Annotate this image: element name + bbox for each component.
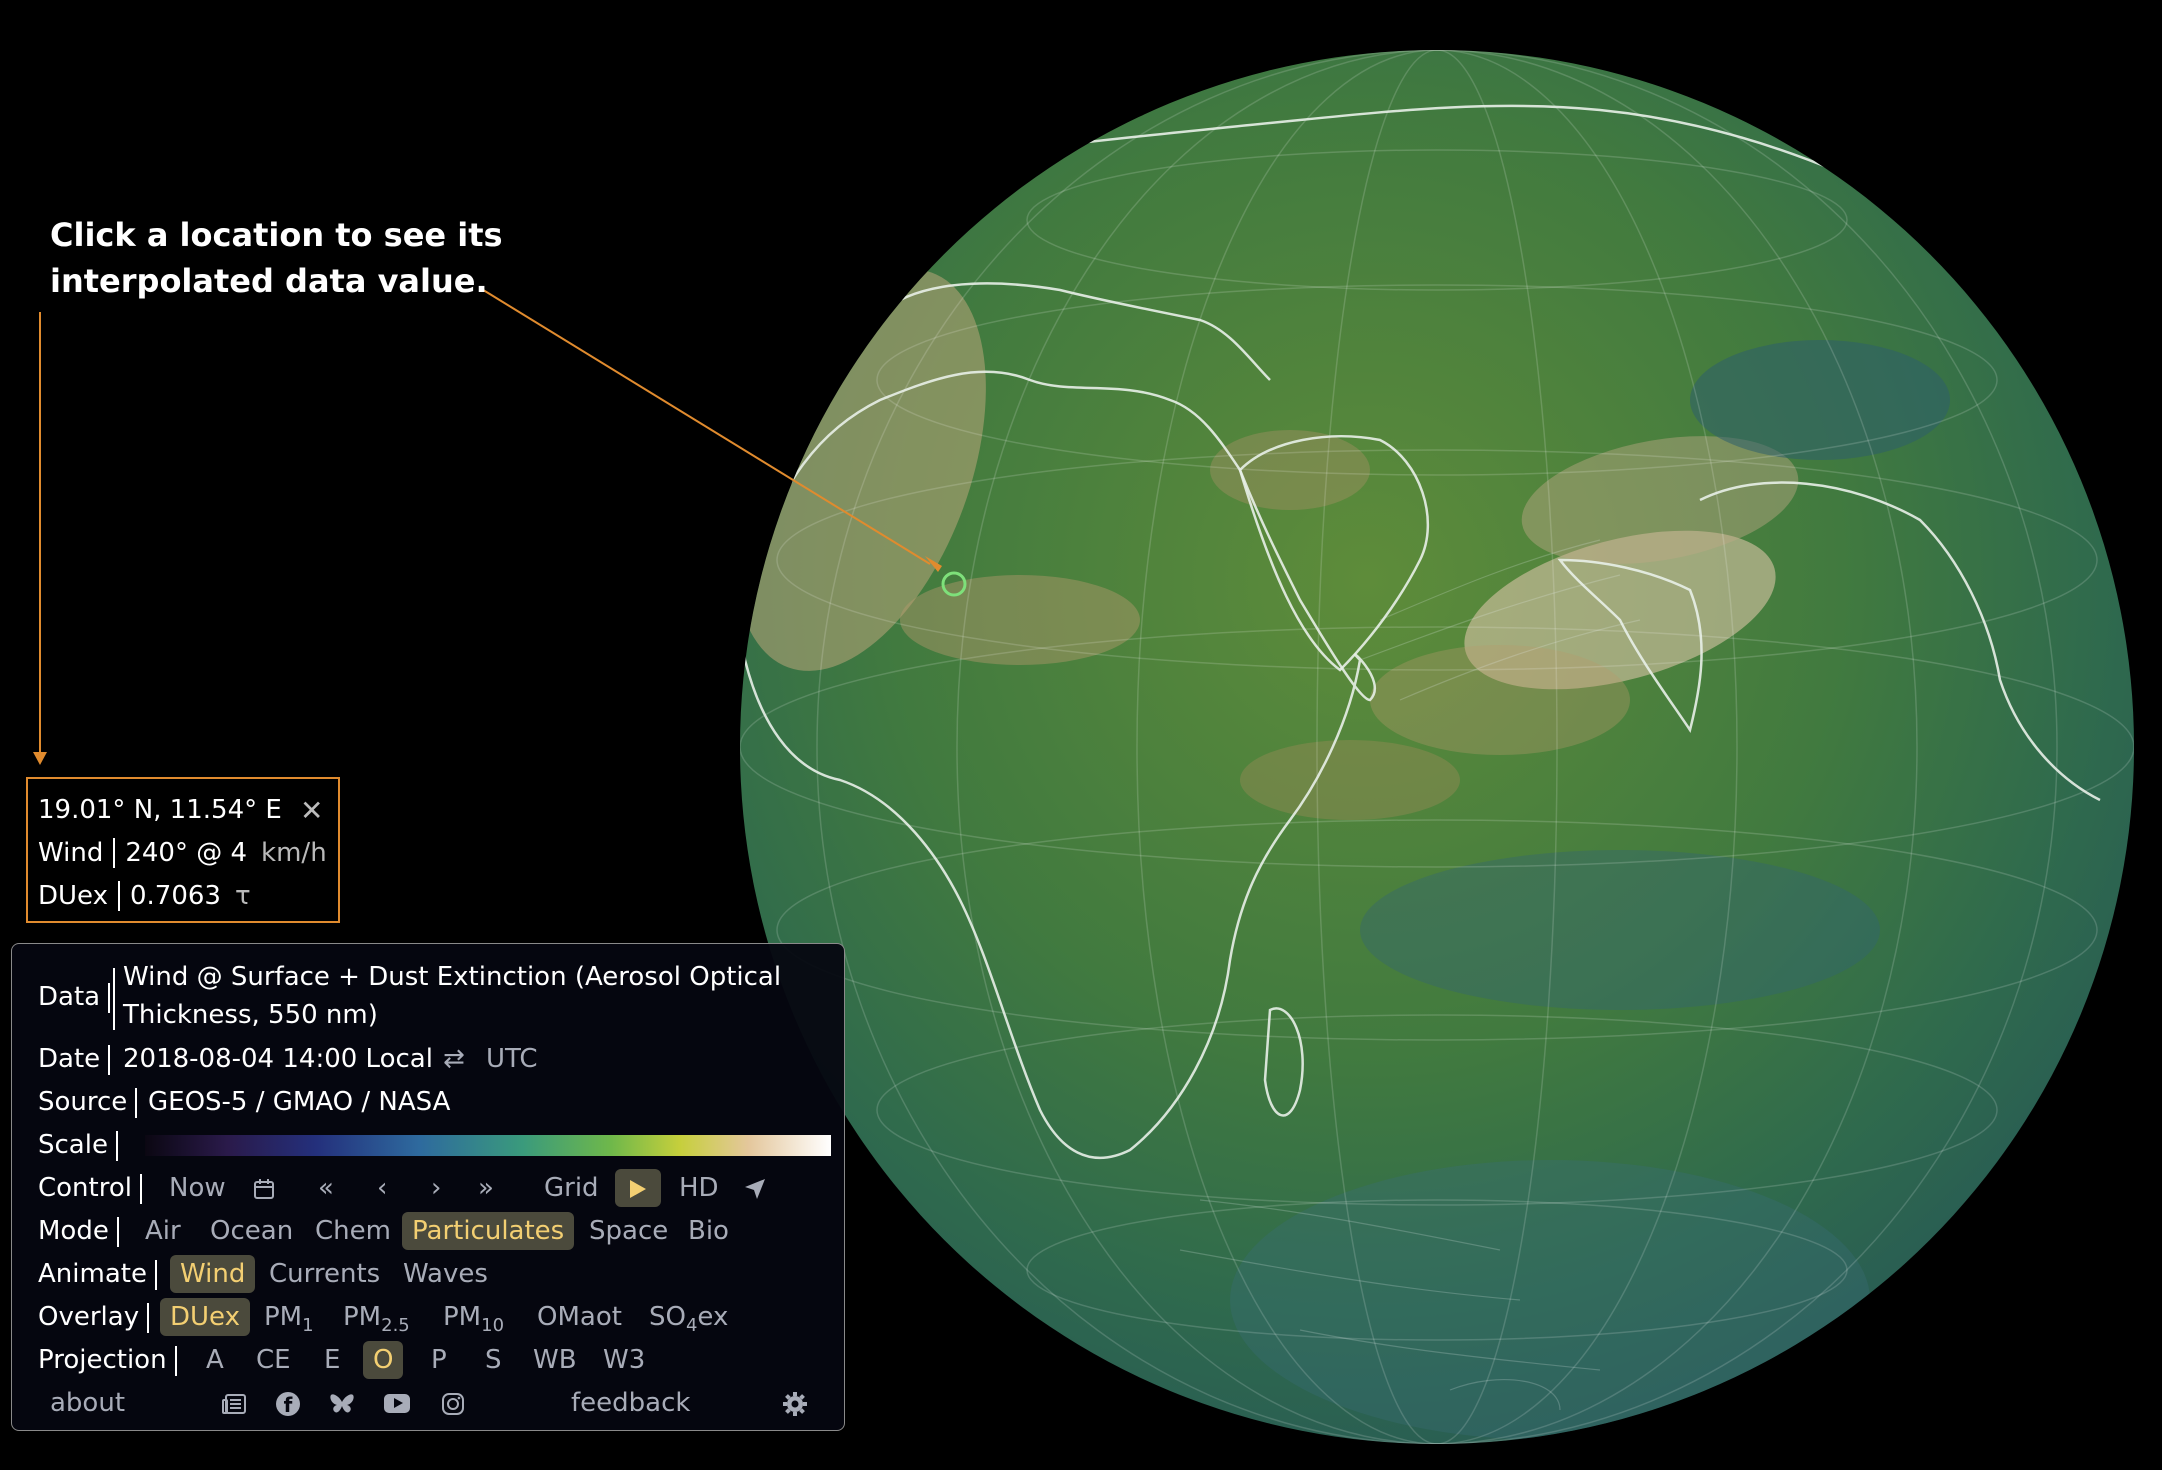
menu-footer: about f feedback: [12, 1382, 846, 1425]
chevron-right-icon[interactable]: ›: [431, 1167, 441, 1210]
source-value: GEOS-5 / GMAO / NASA: [148, 1087, 451, 1117]
projection-e[interactable]: E: [324, 1339, 340, 1382]
chevron-left-icon[interactable]: ‹: [377, 1167, 387, 1210]
calendar-icon[interactable]: [252, 1167, 276, 1210]
close-icon[interactable]: ✕: [300, 789, 323, 832]
color-scale-bar[interactable]: [145, 1135, 831, 1156]
date-value[interactable]: 2018-08-04 14:00 Local: [123, 1038, 433, 1081]
news-icon[interactable]: [222, 1382, 248, 1425]
overlay-label: Overlay: [38, 1296, 150, 1339]
instagram-icon[interactable]: [441, 1382, 465, 1425]
control-label: Control: [38, 1167, 142, 1210]
projection-label: Projection: [38, 1339, 177, 1382]
tooltip-coords-row: 19.01° N, 11.54° E ✕: [38, 789, 338, 832]
date-utc-toggle[interactable]: UTC: [486, 1038, 538, 1081]
projection-p[interactable]: P: [431, 1339, 447, 1382]
location-tooltip: 19.01° N, 11.54° E ✕ Wind 240° @ 4 km/h DU…: [26, 777, 340, 923]
projection-w3[interactable]: W3: [603, 1339, 645, 1382]
projection-ce[interactable]: CE: [256, 1339, 291, 1382]
animate-waves[interactable]: Waves: [403, 1253, 488, 1296]
mode-bio[interactable]: Bio: [688, 1210, 729, 1253]
source-label: Source: [38, 1081, 138, 1124]
overlay-duex[interactable]: DUex: [160, 1298, 250, 1336]
facebook-icon[interactable]: f: [276, 1382, 300, 1425]
overlay-pm25[interactable]: PM2.5: [343, 1296, 410, 1347]
now-button[interactable]: Now: [169, 1167, 226, 1210]
play-button[interactable]: [615, 1169, 661, 1207]
control-menu: Data Wind @ Surface + Dust Extinction (A…: [11, 943, 845, 1431]
tooltip-overlay-label: DUex: [38, 881, 120, 911]
tooltip-wind-label: Wind: [38, 838, 116, 868]
tooltip-wind-row: Wind 240° @ 4 km/h: [38, 832, 338, 875]
mode-chem[interactable]: Chem: [315, 1210, 391, 1253]
overlay-omaot[interactable]: OMaot: [537, 1296, 622, 1339]
annotation-line-1: Click a location to see its: [50, 216, 503, 254]
animate-currents[interactable]: Currents: [269, 1253, 380, 1296]
tooltip-overlay-row: DUex 0.7063 τ: [38, 875, 338, 918]
projection-o[interactable]: O: [363, 1341, 404, 1379]
scale-label: Scale: [38, 1124, 118, 1167]
data-label: Data: [38, 976, 111, 1019]
location-arrow-icon[interactable]: [743, 1167, 767, 1210]
tooltip-overlay-unit[interactable]: τ: [221, 881, 251, 911]
mode-air[interactable]: Air: [145, 1210, 181, 1253]
youtube-icon[interactable]: [384, 1382, 410, 1425]
projection-wb[interactable]: WB: [533, 1339, 577, 1382]
feedback-link[interactable]: feedback: [571, 1382, 690, 1425]
data-description-line2: Thickness, 550 nm): [123, 1000, 378, 1030]
animate-wind[interactable]: Wind: [170, 1255, 256, 1293]
projection-s[interactable]: S: [485, 1339, 502, 1382]
projection-a[interactable]: A: [206, 1339, 224, 1382]
mode-space[interactable]: Space: [589, 1210, 668, 1253]
mode-ocean[interactable]: Ocean: [210, 1210, 293, 1253]
gear-icon[interactable]: [782, 1382, 808, 1425]
tooltip-overlay-value: 0.7063: [129, 881, 221, 911]
mode-particulates[interactable]: Particulates: [402, 1212, 575, 1250]
grid-toggle[interactable]: Grid: [544, 1167, 599, 1210]
tooltip-wind-unit[interactable]: km/h: [247, 838, 327, 868]
hd-toggle[interactable]: HD: [679, 1167, 719, 1210]
date-label: Date: [38, 1038, 111, 1081]
double-chevron-left-icon[interactable]: «: [318, 1167, 334, 1210]
data-description-line1: Wind @ Surface + Dust Extinction (Aeroso…: [123, 962, 782, 992]
annotation-text: Click a location to see its interpolated…: [50, 212, 530, 304]
tooltip-coords: 19.01° N, 11.54° E: [38, 795, 282, 825]
about-link[interactable]: about: [50, 1382, 125, 1425]
swap-arrows-icon[interactable]: ⇄: [443, 1038, 465, 1081]
tooltip-wind-value: 240° @ 4: [125, 838, 248, 868]
mode-label: Mode: [38, 1210, 119, 1253]
bluesky-icon[interactable]: [329, 1382, 355, 1425]
annotation-line-2: interpolated data value.: [50, 262, 488, 300]
overlay-so4ex[interactable]: SO4ex: [649, 1296, 728, 1347]
double-chevron-right-icon[interactable]: »: [478, 1167, 494, 1210]
animate-label: Animate: [38, 1253, 157, 1296]
